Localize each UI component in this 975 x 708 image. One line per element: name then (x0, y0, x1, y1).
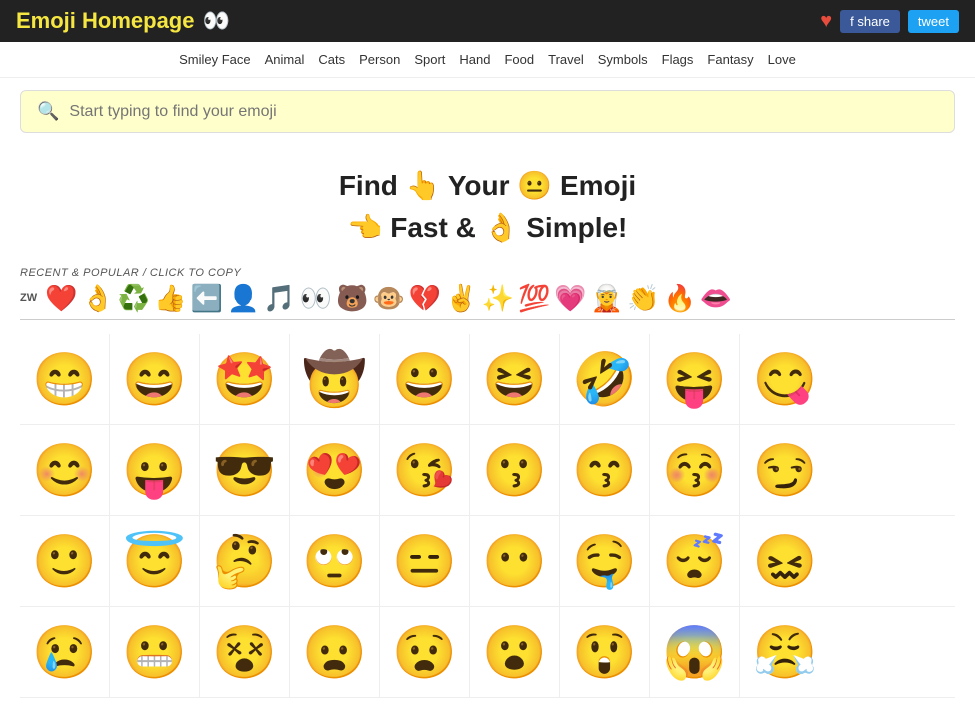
emoji-cell[interactable]: 😧 (380, 607, 470, 697)
emoji-cell[interactable]: 😲 (560, 607, 650, 697)
nav-item-animal[interactable]: Animal (265, 52, 305, 67)
recent-emoji[interactable]: 💗 (554, 285, 586, 311)
nav-item-sport[interactable]: Sport (414, 52, 445, 67)
recent-emoji[interactable]: 💔 (409, 285, 441, 311)
recent-section: RECENT & POPULAR / click to copy ZW ❤️👌♻… (0, 259, 975, 324)
recent-emoji[interactable]: ✌️ (445, 285, 477, 311)
emoji-cell[interactable]: 😦 (290, 607, 380, 697)
nav-item-flags[interactable]: Flags (662, 52, 694, 67)
nav-item-symbols[interactable]: Symbols (598, 52, 648, 67)
nav-item-cats[interactable]: Cats (318, 52, 345, 67)
emoji-cell[interactable]: 😚 (650, 425, 740, 515)
emoji-row: 😁😄🤩🤠😀😆🤣😝😋 (20, 334, 955, 425)
emoji-cell[interactable]: 🤣 (560, 334, 650, 424)
nav-item-hand[interactable]: Hand (459, 52, 490, 67)
emoji-cell[interactable]: 😢 (20, 607, 110, 697)
tweet-button[interactable]: tweet (908, 10, 959, 33)
search-container: 🔍 (20, 90, 955, 133)
nav-item-smiley-face[interactable]: Smiley Face (179, 52, 251, 67)
search-input[interactable] (69, 103, 938, 121)
emoji-cell[interactable]: 😇 (110, 516, 200, 606)
recent-row: ZW ❤️👌♻️👍⬅️👤🎵👀🐻🐵💔✌️✨💯💗🧝👏🔥👄 (20, 285, 955, 320)
emoji-cell[interactable]: 😤 (740, 607, 830, 697)
emoji-cell[interactable]: 😬 (110, 607, 200, 697)
emoji-cell[interactable]: 🙄 (290, 516, 380, 606)
emoji-cell[interactable]: 😊 (20, 425, 110, 515)
hero-line1: Find 👆 Your 😐 Emoji (0, 165, 975, 207)
hero-line2: 👈 Fast & 👌 Simple! (0, 207, 975, 249)
recent-emoji[interactable]: ✨ (482, 285, 514, 311)
emoji-cell[interactable]: 😀 (380, 334, 470, 424)
heart-icon[interactable]: ♥ (820, 10, 832, 33)
emoji-cell[interactable]: 😶 (470, 516, 560, 606)
nav-item-love[interactable]: Love (768, 52, 796, 67)
emoji-cell[interactable]: 😘 (380, 425, 470, 515)
zw-label: ZW (20, 292, 37, 304)
category-nav: Smiley Face Animal Cats Person Sport Hand Food… (0, 42, 975, 78)
recent-emoji[interactable]: 👤 (227, 285, 259, 311)
recent-emoji[interactable]: 🧝 (591, 285, 623, 311)
recent-emoji[interactable]: ♻️ (118, 285, 150, 311)
header: Emoji Homepage 👀 ♥ f share tweet (0, 0, 975, 42)
recent-emoji[interactable]: 💯 (518, 285, 550, 311)
recent-emoji[interactable]: 🎵 (263, 285, 295, 311)
emoji-cell[interactable]: 😁 (20, 334, 110, 424)
emoji-cell[interactable]: 🤠 (290, 334, 380, 424)
eyes-emoji: 👀 (202, 8, 229, 34)
emoji-cell[interactable]: 🤔 (200, 516, 290, 606)
site-title: Emoji Homepage (16, 8, 194, 34)
emoji-cell[interactable]: 😑 (380, 516, 470, 606)
emoji-cell[interactable]: 😏 (740, 425, 830, 515)
emoji-row: 🙂😇🤔🙄😑😶🤤😴😖 (20, 516, 955, 607)
recent-emoji[interactable]: 👍 (154, 285, 186, 311)
emoji-row: 😊😛😎😍😘😗😙😚😏 (20, 425, 955, 516)
recent-label: RECENT & POPULAR / click to copy (20, 267, 955, 279)
emoji-cell[interactable]: 😍 (290, 425, 380, 515)
nav-item-fantasy[interactable]: Fantasy (707, 52, 753, 67)
emoji-cell[interactable]: 🤩 (200, 334, 290, 424)
emoji-cell[interactable]: 😵 (200, 607, 290, 697)
emoji-cell[interactable]: 😗 (470, 425, 560, 515)
emoji-cell[interactable]: 😛 (110, 425, 200, 515)
nav-item-person[interactable]: Person (359, 52, 400, 67)
recent-emoji[interactable]: 🐵 (372, 285, 404, 311)
emoji-cell[interactable]: 😴 (650, 516, 740, 606)
recent-emoji[interactable]: ❤️ (45, 285, 77, 311)
emoji-cell[interactable]: 😄 (110, 334, 200, 424)
emoji-cell[interactable]: 😋 (740, 334, 830, 424)
emoji-cell[interactable]: 🙂 (20, 516, 110, 606)
emoji-cell[interactable]: 😎 (200, 425, 290, 515)
search-icon: 🔍 (37, 101, 59, 122)
recent-emoji[interactable]: ⬅️ (191, 285, 223, 311)
emoji-cell[interactable]: 😮 (470, 607, 560, 697)
emoji-cell[interactable]: 😆 (470, 334, 560, 424)
hero-section: Find 👆 Your 😐 Emoji 👈 Fast & 👌 Simple! (0, 145, 975, 259)
recent-emoji[interactable]: 🐻 (336, 285, 368, 311)
recent-emoji[interactable]: 🔥 (663, 285, 695, 311)
emoji-grid: 😁😄🤩🤠😀😆🤣😝😋😊😛😎😍😘😗😙😚😏🙂😇🤔🙄😑😶🤤😴😖😢😬😵😦😧😮😲😱😤 (0, 324, 975, 708)
emoji-row: 😢😬😵😦😧😮😲😱😤 (20, 607, 955, 698)
recent-emoji[interactable]: 👏 (627, 285, 659, 311)
emoji-cell[interactable]: 😙 (560, 425, 650, 515)
header-right: ♥ f share tweet (820, 10, 959, 33)
nav-item-travel[interactable]: Travel (548, 52, 584, 67)
recent-emoji[interactable]: 👌 (81, 285, 113, 311)
emoji-cell[interactable]: 🤤 (560, 516, 650, 606)
emoji-cell[interactable]: 😝 (650, 334, 740, 424)
recent-emoji[interactable]: 👀 (300, 285, 332, 311)
share-button[interactable]: f share (840, 10, 900, 33)
emoji-cell[interactable]: 😖 (740, 516, 830, 606)
header-left: Emoji Homepage 👀 (16, 8, 230, 34)
emoji-cell[interactable]: 😱 (650, 607, 740, 697)
nav-item-food[interactable]: Food (504, 52, 534, 67)
recent-emoji[interactable]: 👄 (700, 285, 732, 311)
